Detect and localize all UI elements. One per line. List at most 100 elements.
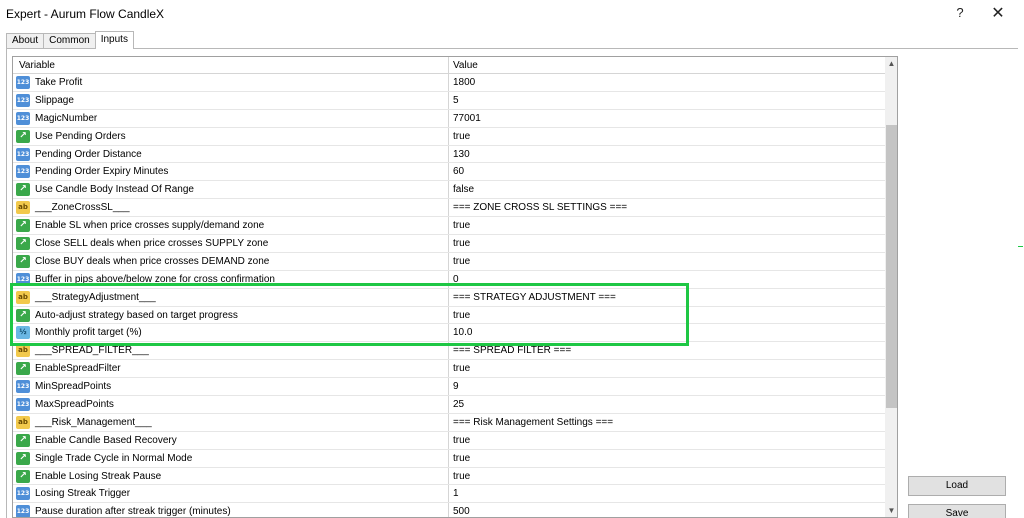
variable-cell[interactable]: ↗ EnableSpreadFilter xyxy=(13,360,449,378)
bool-type-icon: ↗ xyxy=(16,451,30,465)
table-row[interactable]: ↗ EnableSpreadFilter true xyxy=(13,360,885,379)
variable-cell[interactable]: 123 Pending Order Expiry Minutes xyxy=(13,163,449,181)
str-type-icon: ab xyxy=(16,344,30,358)
table-row[interactable]: ↗ Enable Losing Streak Pause true xyxy=(13,467,885,486)
value-cell[interactable]: === Risk Management Settings === xyxy=(453,417,613,428)
value-cell[interactable]: 9 xyxy=(453,381,459,392)
value-cell[interactable]: === STRATEGY ADJUSTMENT === xyxy=(453,292,616,303)
tab-common[interactable]: Common xyxy=(43,33,96,49)
table-row[interactable]: ↗ Auto-adjust strategy based on target pr… xyxy=(13,306,885,325)
table-row[interactable]: 123 Pending Order Distance 130 xyxy=(13,145,885,164)
variable-cell[interactable]: 123 MinSpreadPoints xyxy=(13,378,449,396)
value-cell[interactable]: true xyxy=(453,256,470,267)
bool-type-icon: ↗ xyxy=(16,308,30,322)
tab-about[interactable]: About xyxy=(6,33,45,49)
variable-cell[interactable]: 123 Slippage xyxy=(13,91,449,109)
value-cell[interactable]: 5 xyxy=(453,95,459,106)
variable-cell[interactable]: ↗ Close SELL deals when price crosses SUP… xyxy=(13,235,449,252)
value-cell[interactable]: 60 xyxy=(453,166,464,177)
table-row[interactable]: ab ___ZoneCrossSL___ === ZONE CROSS SL SET… xyxy=(13,199,885,218)
variable-cell[interactable]: ab ___SPREAD_FILTER___ xyxy=(13,342,449,360)
variable-cell[interactable]: 123 MaxSpreadPoints xyxy=(13,396,449,413)
table-row[interactable]: ↗ Use Pending Orders true xyxy=(13,127,885,146)
value-cell[interactable]: 1 xyxy=(453,488,459,499)
table-row[interactable]: ↗ Enable Candle Based Recovery true xyxy=(13,431,885,450)
variable-cell[interactable]: ab ___StrategyAdjustment___ xyxy=(13,288,449,306)
value-cell[interactable]: true xyxy=(453,435,470,446)
scroll-up-icon[interactable]: ▲ xyxy=(885,57,897,70)
value-cell[interactable]: 25 xyxy=(453,399,464,410)
table-row[interactable]: 123 Pause duration after streak trigger (… xyxy=(13,503,885,517)
value-cell[interactable]: === ZONE CROSS SL SETTINGS === xyxy=(453,202,627,213)
value-cell[interactable]: true xyxy=(453,131,470,142)
help-icon[interactable]: ? xyxy=(950,5,970,23)
table-row[interactable]: ↗ Single Trade Cycle in Normal Mode true xyxy=(13,449,885,468)
value-cell[interactable]: 130 xyxy=(453,149,470,160)
save-button[interactable]: Save xyxy=(908,504,1006,518)
table-row[interactable]: 123 Buffer in pips above/below zone for c… xyxy=(13,270,885,289)
variable-cell[interactable]: 123 Pause duration after streak trigger (… xyxy=(13,503,449,517)
variable-cell[interactable]: ↗ Use Candle Body Instead Of Range xyxy=(13,181,449,199)
table-row[interactable]: 123 MagicNumber 77001 xyxy=(13,109,885,128)
variable-cell[interactable]: 123 Buffer in pips above/below zone for c… xyxy=(13,270,449,288)
variable-name: Auto-adjust strategy based on target pro… xyxy=(35,309,238,321)
variable-cell[interactable]: ½ Monthly profit target (%) xyxy=(13,324,449,342)
variable-cell[interactable]: ↗ Use Pending Orders xyxy=(13,127,449,145)
variable-cell[interactable]: 123 Take Profit xyxy=(13,74,449,91)
variable-cell[interactable]: ↗ Enable SL when price crosses supply/dem… xyxy=(13,217,449,235)
variable-cell[interactable]: ↗ Enable Candle Based Recovery xyxy=(13,431,449,449)
value-cell[interactable]: true xyxy=(453,220,470,231)
value-cell[interactable]: true xyxy=(453,471,470,482)
table-row[interactable]: ab ___Risk_Management___ === Risk Manageme… xyxy=(13,413,885,432)
value-cell[interactable]: true xyxy=(453,363,470,374)
table-row[interactable]: 123 Take Profit 1800 xyxy=(13,74,885,92)
value-cell[interactable]: 0 xyxy=(453,274,459,285)
value-cell[interactable]: 10.0 xyxy=(453,327,472,338)
variable-cell[interactable]: ↗ Enable Losing Streak Pause xyxy=(13,467,449,485)
table-row[interactable]: 123 Losing Streak Trigger 1 xyxy=(13,485,885,504)
table-row[interactable]: ab ___StrategyAdjustment___ === STRATEGY A… xyxy=(13,288,885,307)
variable-name: Use Pending Orders xyxy=(35,130,126,142)
variable-cell[interactable]: ↗ Single Trade Cycle in Normal Mode xyxy=(13,449,449,467)
bool-type-icon: ↗ xyxy=(16,219,30,233)
tab-strip: About Common Inputs xyxy=(6,31,134,49)
value-cell[interactable]: true xyxy=(453,453,470,464)
table-row[interactable]: 123 MaxSpreadPoints 25 xyxy=(13,396,885,414)
load-button[interactable]: Load xyxy=(908,476,1006,496)
close-icon[interactable]: ✕ xyxy=(985,3,1011,23)
value-cell[interactable]: false xyxy=(453,184,474,195)
table-row[interactable]: ↗ Use Candle Body Instead Of Range false xyxy=(13,181,885,200)
table-row[interactable]: ↗ Enable SL when price crosses supply/dem… xyxy=(13,217,885,236)
column-header-variable[interactable]: Variable xyxy=(19,60,55,71)
table-row[interactable]: ↗ Close SELL deals when price crosses SUP… xyxy=(13,235,885,253)
variable-cell[interactable]: ↗ Auto-adjust strategy based on target pr… xyxy=(13,306,449,324)
variable-cell[interactable]: 123 Pending Order Distance xyxy=(13,145,449,163)
value-cell[interactable]: true xyxy=(453,310,470,321)
tab-inputs[interactable]: Inputs xyxy=(94,31,134,49)
variable-cell[interactable]: 123 MagicNumber xyxy=(13,109,449,127)
value-cell[interactable]: === SPREAD FILTER === xyxy=(453,345,571,356)
variable-name: ___StrategyAdjustment___ xyxy=(35,291,156,303)
variable-cell[interactable]: 123 Losing Streak Trigger xyxy=(13,485,449,503)
str-type-icon: ab xyxy=(16,290,30,304)
table-row[interactable]: 123 MinSpreadPoints 9 xyxy=(13,378,885,397)
vertical-scrollbar[interactable]: ▲ ▼ xyxy=(885,57,897,517)
table-row[interactable]: 123 Slippage 5 xyxy=(13,91,885,110)
table-row[interactable]: ½ Monthly profit target (%) 10.0 xyxy=(13,324,885,343)
value-cell[interactable]: true xyxy=(453,238,470,249)
variable-cell[interactable]: ↗ Close BUY deals when price crosses DEMA… xyxy=(13,252,449,270)
variable-cell[interactable]: ab ___Risk_Management___ xyxy=(13,413,449,431)
variable-cell[interactable]: ab ___ZoneCrossSL___ xyxy=(13,199,449,217)
scrollbar-thumb[interactable] xyxy=(886,125,897,408)
column-header-value[interactable]: Value xyxy=(453,60,478,71)
value-cell[interactable]: 1800 xyxy=(453,77,475,88)
inputs-grid[interactable]: Variable Value 123 Take Profit 1800 123 Slip… xyxy=(12,56,898,518)
table-row[interactable]: 123 Pending Order Expiry Minutes 60 xyxy=(13,163,885,182)
table-row[interactable]: ↗ Close BUY deals when price crosses DEMA… xyxy=(13,252,885,271)
value-cell[interactable]: 77001 xyxy=(453,113,481,124)
grid-rows: 123 Take Profit 1800 123 Slippage 5 123 MagicNu… xyxy=(13,74,885,517)
column-separator[interactable] xyxy=(448,57,449,74)
value-cell[interactable]: 500 xyxy=(453,506,470,517)
scroll-down-icon[interactable]: ▼ xyxy=(885,504,897,517)
table-row[interactable]: ab ___SPREAD_FILTER___ === SPREAD FILTER =… xyxy=(13,342,885,361)
